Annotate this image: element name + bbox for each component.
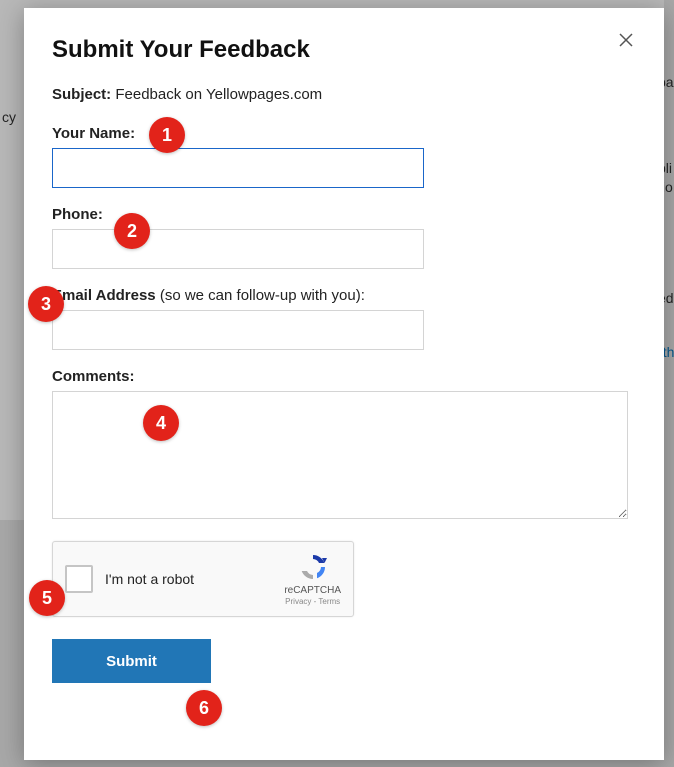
name-label: Your Name: <box>52 125 636 142</box>
email-group: Email Address (so we can follow-up with … <box>52 287 636 350</box>
recaptcha-checkbox[interactable] <box>65 565 93 593</box>
email-label-bold: Email Address <box>52 287 156 304</box>
recaptcha-logo-icon <box>284 551 341 583</box>
close-icon <box>618 32 638 48</box>
submit-button[interactable]: Submit <box>52 639 211 683</box>
recaptcha-label: I'm not a robot <box>105 571 272 587</box>
annotation-badge-1: 1 <box>149 117 185 153</box>
name-input[interactable] <box>52 148 424 188</box>
recaptcha-widget: I'm not a robot reCAPTCHA Privacy - Term… <box>52 541 354 617</box>
recaptcha-branding: reCAPTCHA Privacy - Terms <box>284 551 341 607</box>
close-button[interactable] <box>618 30 638 50</box>
phone-input[interactable] <box>52 229 424 269</box>
feedback-modal: Submit Your Feedback Subject: Feedback o… <box>24 8 664 760</box>
annotation-badge-3: 3 <box>28 286 64 322</box>
annotation-badge-6: 6 <box>186 690 222 726</box>
comments-textarea[interactable] <box>52 391 628 519</box>
name-group: Your Name: <box>52 125 636 188</box>
comments-group: Comments: <box>52 368 636 519</box>
subject-label: Subject: <box>52 86 111 103</box>
email-label-hint: (so we can follow-up with you): <box>156 287 365 304</box>
comments-label: Comments: <box>52 368 636 385</box>
email-input[interactable] <box>52 310 424 350</box>
recaptcha-privacy-terms[interactable]: Privacy - Terms <box>284 597 341 607</box>
annotation-badge-2: 2 <box>114 213 150 249</box>
name-label-text: Your Name: <box>52 125 135 142</box>
modal-title: Submit Your Feedback <box>52 36 636 64</box>
subject-line: Subject: Feedback on Yellowpages.com <box>52 86 636 103</box>
email-label: Email Address (so we can follow-up with … <box>52 287 636 304</box>
recaptcha-brand: reCAPTCHA <box>284 585 341 597</box>
comments-label-text: Comments: <box>52 368 135 385</box>
annotation-badge-5: 5 <box>29 580 65 616</box>
annotation-badge-4: 4 <box>143 405 179 441</box>
phone-label-text: Phone: <box>52 206 103 223</box>
subject-value: Feedback on Yellowpages.com <box>115 86 322 103</box>
